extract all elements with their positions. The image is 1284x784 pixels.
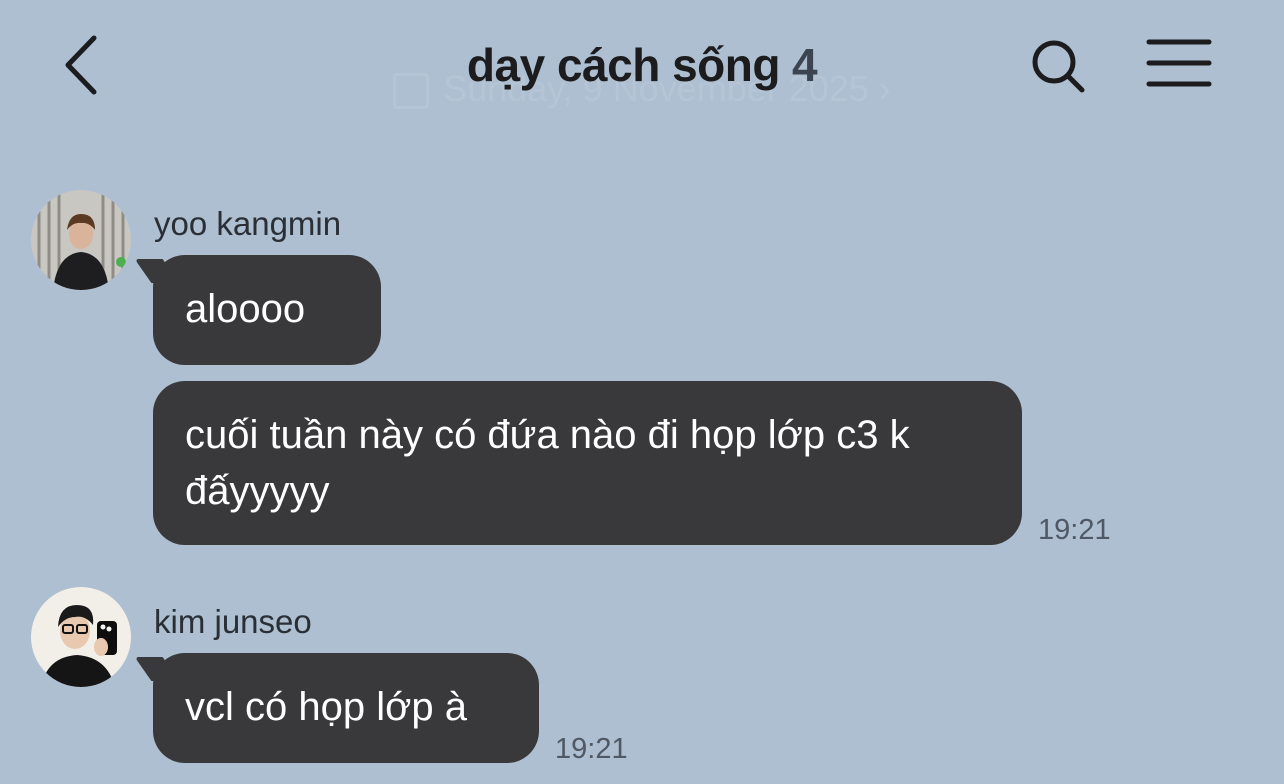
message-bubble[interactable]: aloooo [153,255,381,365]
message-bubble[interactable]: vcl có họp lớp à [153,653,539,763]
avatar-yoo-kangmin[interactable] [31,190,131,290]
message-timestamp: 19:21 [555,733,628,765]
chat-title[interactable]: dạy cách sống 4 [0,38,1284,92]
group-name: dạy cách sống [466,39,781,91]
search-button[interactable] [1028,36,1088,96]
message-text: cuối tuần này có đứa nào đi họp lớp c3 k… [185,413,910,513]
chat-header: Sunday, 9 November 2025 › dạy cách sống 4 [0,0,1284,140]
menu-button[interactable] [1146,38,1212,88]
message-text: aloooo [185,287,306,331]
search-icon [1032,40,1085,93]
chat-screen: Sunday, 9 November 2025 › dạy cách sống 4 [0,0,1284,784]
sender-name: kim junseo [154,603,312,640]
hamburger-menu-icon [1146,39,1212,87]
sender-name: yoo kangmin [154,205,342,242]
message-timestamp: 19:21 [1038,514,1111,546]
avatar-photo-icon [31,587,131,687]
message-bubble[interactable]: cuối tuần này có đứa nào đi họp lớp c3 k… [153,381,1022,545]
avatar-photo-icon [31,190,131,290]
member-count: 4 [791,39,818,91]
avatar-kim-junseo[interactable] [31,587,131,687]
message-text: vcl có họp lớp à [185,685,467,729]
